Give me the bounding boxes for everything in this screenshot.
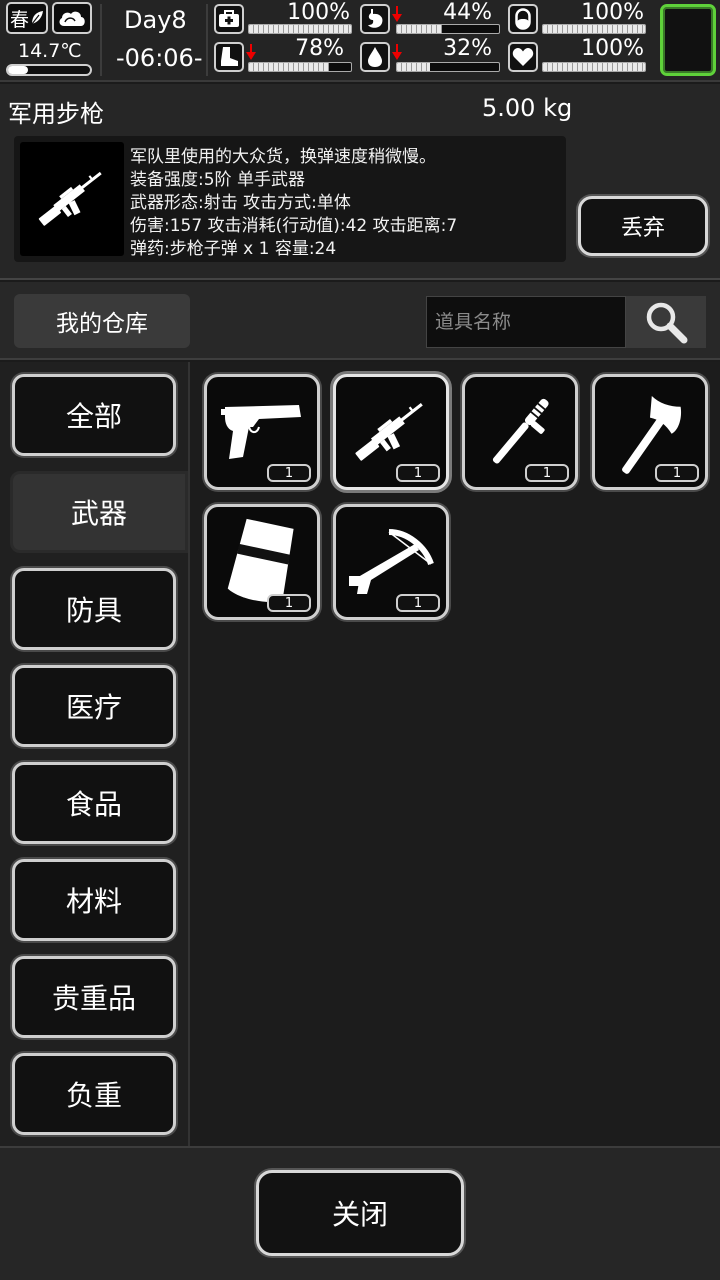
crossbow-icon [349, 529, 434, 594]
category-weapons[interactable]: 武器 [10, 471, 188, 553]
stamina-value: 78% [295, 36, 344, 61]
pill-icon [508, 4, 538, 34]
item-slot-rifle[interactable]: 1 [333, 374, 449, 490]
cloud-icon [59, 11, 85, 26]
pistol-icon [221, 405, 301, 459]
hunger-dropping-arrow [392, 6, 402, 22]
description-line: 武器形态:射击 攻击方式:单体 [130, 193, 351, 213]
item-count: 1 [396, 594, 440, 612]
category-valuables[interactable]: 贵重品 [12, 956, 176, 1038]
hunger-value: 44% [443, 0, 492, 25]
boot-icon [214, 42, 244, 72]
footer-bar: 关闭 [0, 1146, 720, 1280]
health-value: 100% [287, 0, 350, 25]
heart-icon [508, 42, 538, 72]
water-drop-icon [360, 42, 390, 72]
medicine-value: 100% [581, 0, 644, 25]
stamina-dropping-arrow [246, 44, 256, 60]
item-search-input[interactable] [426, 296, 626, 348]
thirst-bar [396, 62, 500, 72]
medicine-bar [542, 24, 646, 34]
season-label: 春 [10, 8, 30, 31]
mood-value: 100% [581, 36, 644, 61]
description-line: 军队里使用的大众货，换弹速度稍微慢。 [130, 147, 436, 167]
thermometer-icon [6, 64, 92, 76]
category-materials[interactable]: 材料 [12, 859, 176, 941]
category-medical[interactable]: 医疗 [12, 665, 176, 747]
item-detail-panel: 军用步枪 5.00 kg 军队里使用的大众货，换弹速度稍微慢。 装备强度:5阶 … [0, 84, 720, 280]
stamina-bar [248, 62, 352, 72]
mood-bar [542, 62, 646, 72]
item-count: 1 [655, 464, 699, 482]
equipped-slot[interactable] [660, 4, 716, 76]
description-line: 装备强度:5阶 单手武器 [130, 170, 305, 190]
item-description-box: 军队里使用的大众货，换弹速度稍微慢。 装备强度:5阶 单手武器 武器形态:射击 … [14, 136, 566, 262]
day-counter: Day8 [124, 6, 187, 34]
item-slot-pistol[interactable]: 1 [204, 374, 320, 490]
search-icon [646, 302, 688, 344]
inventory-grid: 1 1 1 1 1 1 [188, 362, 720, 1146]
item-count: 1 [267, 594, 311, 612]
category-food[interactable]: 食品 [12, 762, 176, 844]
description-line: 弹药:步枪子弹 x 1 容量:24 [130, 239, 337, 259]
close-button[interactable]: 关闭 [256, 1170, 464, 1256]
discard-button[interactable]: 丢弃 [578, 196, 708, 256]
category-all[interactable]: 全部 [12, 374, 176, 456]
medkit-icon [214, 4, 244, 34]
health-bar [248, 24, 352, 34]
thirst-dropping-arrow [392, 44, 402, 60]
warehouse-header: 我的仓库 [0, 282, 720, 360]
item-slot-axe[interactable]: 1 [592, 374, 708, 490]
warehouse-tab[interactable]: 我的仓库 [14, 294, 190, 348]
item-name: 军用步枪 [8, 100, 104, 128]
item-count: 1 [525, 464, 569, 482]
thirst-value: 32% [443, 36, 492, 61]
item-slot-crossbow[interactable]: 1 [333, 504, 449, 620]
season-badge: 春 [6, 2, 48, 34]
category-armor[interactable]: 防具 [12, 568, 176, 650]
item-weight: 5.00 kg [482, 94, 573, 122]
category-sidebar: 全部 武器 防具 医疗 食品 材料 贵重品 负重 [0, 362, 188, 1146]
clock-time: -06:06- [116, 44, 203, 72]
leaf-icon [31, 11, 44, 25]
search-button[interactable] [626, 296, 706, 348]
description-line: 伤害:157 攻击消耗(行动值):42 攻击距离:7 [130, 216, 458, 236]
rifle-icon [38, 171, 102, 226]
item-count: 1 [267, 464, 311, 482]
status-hud: 春 14.7℃ Day8 -06:06- 100% 44% 100% 78% 3… [0, 0, 720, 82]
item-slot-baton[interactable]: 1 [462, 374, 578, 490]
weather-badge [52, 2, 92, 34]
item-thumbnail [20, 142, 124, 256]
category-load[interactable]: 负重 [12, 1053, 176, 1135]
stomach-icon [360, 4, 390, 34]
item-slot-riot-shield[interactable]: 1 [204, 504, 320, 620]
item-count: 1 [396, 464, 440, 482]
hunger-bar [396, 24, 500, 34]
temperature-label: 14.7℃ [18, 40, 82, 62]
